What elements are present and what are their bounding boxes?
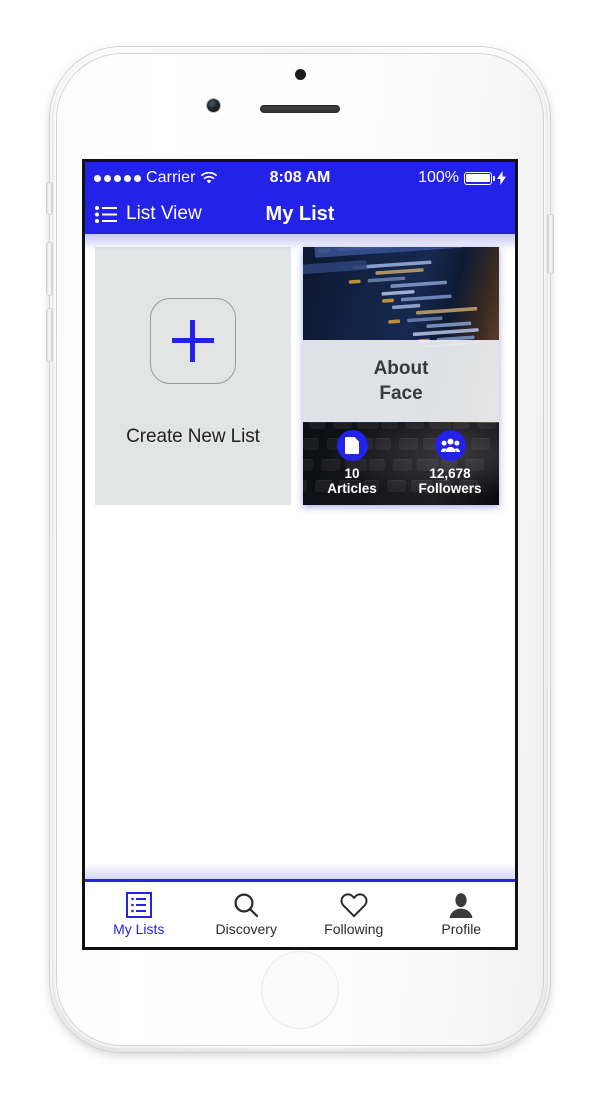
tab-bar: My Lists Discovery Following Profile — [85, 863, 516, 947]
create-new-list-label: Create New List — [126, 426, 260, 447]
content-area: Create New List About Face 10 Articles 1… — [85, 234, 515, 879]
wifi-icon — [200, 172, 217, 184]
stat-followers-value: 12,678 — [429, 466, 471, 481]
tab-discovery[interactable]: Discovery — [193, 892, 301, 937]
list-grid: Create New List About Face 10 Articles 1… — [85, 234, 515, 505]
people-group-icon — [434, 430, 466, 461]
volume-up-button[interactable] — [47, 243, 52, 295]
magnifier-icon — [233, 892, 259, 918]
carrier-label: Carrier — [146, 169, 196, 186]
list-box-icon — [125, 892, 152, 918]
list-card-about-face[interactable]: About Face 10 Articles 12,678 Followers — [303, 247, 499, 505]
navigation-bar: List View My List — [85, 194, 515, 234]
lightning-bolt-icon — [497, 171, 506, 185]
power-button[interactable] — [548, 215, 553, 273]
tab-label-discovery: Discovery — [215, 921, 277, 937]
phone-screen: Carrier 8:08 AM 100% List View My List C… — [85, 162, 515, 947]
list-view-label: List View — [126, 203, 202, 224]
tab-my-lists[interactable]: My Lists — [85, 892, 193, 937]
volume-down-button[interactable] — [47, 309, 52, 361]
home-button[interactable] — [262, 952, 338, 1028]
list-card-title-line1: About — [373, 358, 429, 379]
status-bar: Carrier 8:08 AM 100% — [85, 162, 515, 194]
stat-followers-label: Followers — [418, 481, 482, 496]
list-card-stats: 10 Articles 12,678 Followers — [303, 422, 499, 505]
tab-label-my-lists: My Lists — [113, 921, 165, 937]
tab-label-profile: Profile — [441, 921, 482, 937]
tab-bar-top-fade — [85, 863, 515, 879]
stat-articles-value: 10 — [344, 466, 360, 481]
front-camera — [207, 99, 220, 112]
stat-articles-label: Articles — [327, 481, 377, 496]
grid-cell: Create New List — [95, 247, 291, 505]
proximity-sensor — [295, 69, 306, 80]
tab-label-following: Following — [324, 921, 384, 937]
list-card-title: About Face — [303, 340, 499, 422]
plus-icon — [172, 320, 214, 362]
battery-percent-label: 100% — [418, 169, 459, 186]
battery-full-icon — [464, 171, 496, 185]
signal-dots-icon — [94, 174, 141, 182]
mute-switch[interactable] — [47, 183, 52, 214]
grid-cell: About Face 10 Articles 12,678 Followers — [303, 247, 499, 505]
tab-profile[interactable]: Profile — [408, 892, 516, 937]
bulleted-list-icon — [95, 205, 117, 223]
stat-articles: 10 Articles — [303, 430, 401, 497]
earpiece-speaker — [260, 105, 340, 113]
plus-icon-box — [150, 298, 236, 384]
list-card-title-line2: Face — [379, 383, 423, 404]
stat-followers: 12,678 Followers — [401, 430, 499, 497]
list-view-button[interactable]: List View — [95, 203, 202, 225]
document-icon — [336, 430, 368, 461]
heart-icon — [340, 892, 368, 918]
iphone-device-frame: Carrier 8:08 AM 100% List View My List C… — [47, 47, 553, 1052]
tab-bar-separator — [85, 879, 515, 882]
status-bar-right: 100% — [418, 169, 506, 187]
status-bar-left: Carrier — [94, 169, 217, 187]
person-icon — [448, 892, 474, 918]
create-new-list-card[interactable]: Create New List — [95, 247, 291, 505]
tab-following[interactable]: Following — [300, 892, 408, 937]
